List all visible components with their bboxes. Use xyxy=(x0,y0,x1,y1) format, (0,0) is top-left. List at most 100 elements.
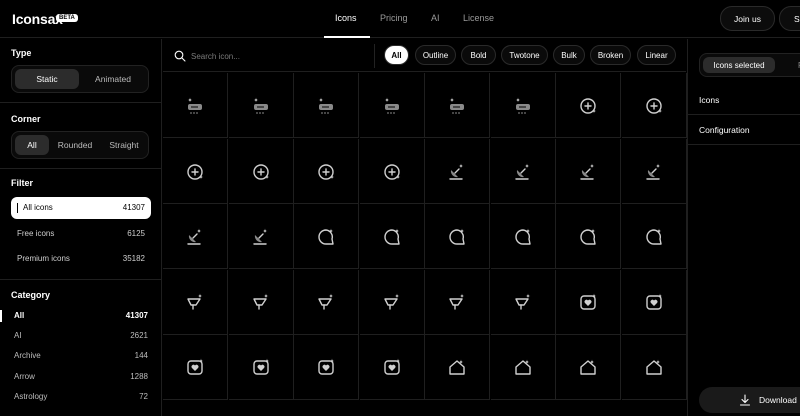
icon-cell[interactable] xyxy=(490,335,556,400)
nav-pricing[interactable]: Pricing xyxy=(380,13,408,23)
category-label: Archive xyxy=(14,351,41,360)
join-us-button[interactable]: Join us xyxy=(720,6,775,31)
icon-cell[interactable] xyxy=(228,335,294,400)
icon-cell[interactable] xyxy=(556,73,621,138)
type-title: Type xyxy=(11,48,32,58)
heart-square-sparkle-icon xyxy=(645,293,662,310)
nav-active-indicator xyxy=(324,36,370,38)
cloud-rain-sparkle-icon xyxy=(515,97,530,114)
icon-cell[interactable] xyxy=(163,73,228,138)
style-chip-bulk[interactable]: Bulk xyxy=(553,45,585,65)
tab-pro[interactable]: Pro xyxy=(780,57,800,73)
icon-cell[interactable] xyxy=(163,269,228,335)
style-chip-bold[interactable]: Bold xyxy=(461,45,496,65)
icon-cell[interactable] xyxy=(621,73,687,138)
type-static[interactable]: Static xyxy=(15,69,79,89)
sign-in-button[interactable]: S xyxy=(779,6,800,31)
icon-cell[interactable] xyxy=(294,204,359,269)
category-label: AI xyxy=(14,331,22,340)
divider xyxy=(0,102,162,103)
icon-cell[interactable] xyxy=(163,138,228,204)
icon-cell[interactable] xyxy=(621,269,687,335)
filter-free-icons[interactable]: Free icons 6125 xyxy=(11,223,151,245)
corner-straight[interactable]: Straight xyxy=(101,135,147,155)
nav-ai[interactable]: AI xyxy=(431,13,440,23)
filter-count: 41307 xyxy=(122,203,145,212)
style-chip-broken[interactable]: Broken xyxy=(590,45,631,65)
icon-cell[interactable] xyxy=(621,335,687,400)
icon-cell[interactable] xyxy=(621,138,687,204)
tab-icons-selected[interactable]: Icons selected xyxy=(703,57,775,73)
style-chip-outline[interactable]: Outline xyxy=(415,45,456,65)
icon-cell[interactable] xyxy=(490,204,556,269)
icon-cell[interactable] xyxy=(490,138,556,204)
icon-cell[interactable] xyxy=(294,73,359,138)
icon-cell[interactable] xyxy=(425,138,490,204)
category-count: 1288 xyxy=(130,372,148,381)
icon-cell[interactable] xyxy=(425,269,490,335)
icon-cell[interactable] xyxy=(359,269,425,335)
download-button[interactable]: Download xyxy=(699,387,800,413)
beta-badge: BETA xyxy=(56,14,78,22)
icon-cell[interactable] xyxy=(294,335,359,400)
type-animated[interactable]: Animated xyxy=(81,69,145,89)
divider xyxy=(374,44,375,68)
icon-cell[interactable] xyxy=(163,335,228,400)
corner-title: Corner xyxy=(11,114,41,124)
filter-premium-icons[interactable]: Premium icons 35182 xyxy=(11,248,151,270)
category-ai[interactable]: AI 2621 xyxy=(0,327,150,345)
icon-toolbar: All Outline Bold Twotone Bulk Broken Lin… xyxy=(163,39,686,72)
icon-cell[interactable] xyxy=(228,73,294,138)
chat-bubble-sparkle-icon xyxy=(580,228,596,245)
icon-cell[interactable] xyxy=(556,269,621,335)
icons-section[interactable]: Icons xyxy=(688,85,800,115)
nav-license[interactable]: License xyxy=(463,13,494,23)
category-count: 41307 xyxy=(125,311,148,320)
icon-cell[interactable] xyxy=(228,204,294,269)
search-input[interactable] xyxy=(191,47,361,65)
filter-all-icons[interactable]: All icons 41307 xyxy=(11,197,151,219)
corner-rounded[interactable]: Rounded xyxy=(52,135,98,155)
icon-cell[interactable] xyxy=(359,204,425,269)
icon-cell[interactable] xyxy=(425,204,490,269)
icon-cell[interactable] xyxy=(163,204,228,269)
icon-cell[interactable] xyxy=(490,269,556,335)
filter-sidebar: Type Static Animated Corner All Rounded … xyxy=(0,39,162,416)
icon-cell[interactable] xyxy=(228,138,294,204)
style-chip-all[interactable]: All xyxy=(384,45,409,65)
satellite-dish-sparkle-icon xyxy=(252,228,267,245)
corner-all[interactable]: All xyxy=(15,135,49,155)
category-all[interactable]: All 41307 xyxy=(0,307,150,325)
text-cursor xyxy=(17,203,18,213)
filter-label: All icons xyxy=(23,203,53,212)
icon-cell[interactable] xyxy=(425,335,490,400)
icon-cell[interactable] xyxy=(228,269,294,335)
configuration-section[interactable]: Configuration xyxy=(688,115,800,145)
style-chip-linear[interactable]: Linear xyxy=(637,45,676,65)
icon-cell[interactable] xyxy=(556,138,621,204)
megaphone-sparkle-icon xyxy=(514,293,530,310)
satellite-dish-sparkle-icon xyxy=(645,163,660,180)
home-sparkle-icon xyxy=(514,359,531,375)
icon-cell[interactable] xyxy=(294,138,359,204)
icon-cell[interactable] xyxy=(359,335,425,400)
icon-cell[interactable] xyxy=(359,138,425,204)
cloud-rain-sparkle-icon xyxy=(253,97,268,114)
icon-cell[interactable] xyxy=(490,73,556,138)
category-arrow[interactable]: Arrow 1288 xyxy=(0,368,150,386)
filter-count: 35182 xyxy=(122,254,145,263)
icon-cell[interactable] xyxy=(359,73,425,138)
icon-cell[interactable] xyxy=(621,204,687,269)
icon-cell[interactable] xyxy=(294,269,359,335)
icon-cell[interactable] xyxy=(556,204,621,269)
icon-cell[interactable] xyxy=(556,335,621,400)
style-chip-twotone[interactable]: Twotone xyxy=(501,45,548,65)
corner-toggle: All Rounded Straight xyxy=(11,131,149,159)
megaphone-sparkle-icon xyxy=(187,293,203,310)
icon-cell[interactable] xyxy=(425,73,490,138)
nav-icons[interactable]: Icons xyxy=(335,13,357,23)
category-archive[interactable]: Archive 144 xyxy=(0,347,150,365)
category-astrology[interactable]: Astrology 72 xyxy=(0,388,150,406)
home-sparkle-icon xyxy=(645,359,662,375)
divider xyxy=(0,279,162,280)
